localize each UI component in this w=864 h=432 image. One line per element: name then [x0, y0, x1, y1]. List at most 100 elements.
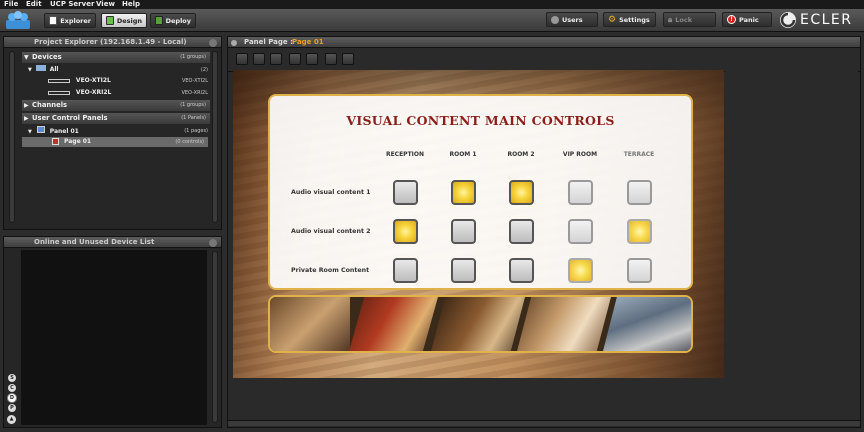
photo-thumbnail: [516, 297, 611, 351]
tree-user-control-panels[interactable]: ▶ User Control Panels (1 Panels): [22, 113, 210, 124]
device-icon: [48, 90, 70, 95]
toggle-button[interactable]: [627, 219, 652, 244]
tree-channels-label: Channels: [32, 101, 68, 109]
explorer-icon: [49, 16, 58, 25]
photo-strip: [268, 295, 693, 353]
side-button-c[interactable]: C: [8, 384, 16, 392]
expand-icon: ▼: [28, 67, 32, 73]
toggle-button[interactable]: [568, 180, 593, 205]
panic-icon: !: [727, 15, 736, 24]
expand-icon: ▼: [28, 129, 32, 135]
toolbar: Explorer Design Deploy Users ⚙ Settings …: [0, 9, 864, 32]
lock-icon: 🔒︎: [668, 14, 673, 24]
side-button-d[interactable]: D: [8, 394, 16, 402]
tree-panel-label: Panel 01: [49, 128, 79, 135]
left-scrollbar[interactable]: [9, 51, 15, 223]
right-scrollbar[interactable]: [212, 51, 218, 223]
delete-icon[interactable]: [342, 53, 354, 65]
toggle-button[interactable]: [509, 180, 534, 205]
align-icon[interactable]: [236, 53, 248, 65]
folder-icon: [35, 65, 46, 71]
tree-panel[interactable]: ▼ Panel 01 (1 pages): [28, 126, 208, 136]
tree-device-item[interactable]: VEO-XTI2L VEO-XTI2L: [48, 76, 208, 86]
users-icon: [551, 15, 559, 24]
toggle-button[interactable]: [393, 180, 418, 205]
toggle-button[interactable]: [393, 258, 418, 283]
menu-help[interactable]: Help: [122, 0, 140, 9]
toggle-button[interactable]: [568, 219, 593, 244]
minimize-icon[interactable]: [209, 39, 217, 47]
page-canvas[interactable]: VISUAL CONTENT MAIN CONTROLS RECEPTION RO…: [233, 70, 724, 378]
project-explorer-header: Project Explorer (192.168.1.49 - Local): [4, 37, 221, 48]
right-scrollbar[interactable]: [212, 251, 218, 423]
side-button-p[interactable]: P: [8, 404, 16, 412]
eject-icon[interactable]: ▲: [7, 415, 16, 424]
toggle-button[interactable]: [627, 180, 652, 205]
panel-page-label: Panel Page :: [244, 38, 293, 46]
design-icon: [106, 16, 114, 25]
minimize-icon[interactable]: [209, 239, 217, 247]
column-header: RECEPTION: [385, 151, 425, 158]
menu-view[interactable]: View: [96, 0, 115, 9]
explorer-label: Explorer: [60, 16, 91, 25]
lock-button[interactable]: 🔒︎ Lock: [663, 12, 716, 27]
tree-device-item[interactable]: VEO-XRI2L VEO-XRI2L: [48, 88, 208, 98]
canvas-margin: [725, 70, 858, 378]
toggle-button[interactable]: [451, 219, 476, 244]
photo-thumbnail: [430, 297, 525, 351]
copy-icon[interactable]: [325, 53, 337, 65]
gear-icon: ⚙: [608, 14, 617, 25]
menu-file[interactable]: File: [4, 0, 18, 9]
page-icon: [52, 138, 59, 145]
design-label: Design: [116, 16, 142, 25]
settings-button[interactable]: ⚙ Settings: [603, 12, 656, 27]
zoom-icon[interactable]: [289, 53, 301, 65]
lock-label: Lock: [675, 15, 693, 24]
panel-page-header: Panel Page : Page 01: [228, 37, 860, 48]
toggle-button[interactable]: [627, 258, 652, 283]
menu-bar: File Edit UCP Server View Help: [0, 0, 864, 9]
tree-all[interactable]: ▼ All (2): [28, 65, 208, 75]
column-header: TERRACE: [623, 151, 655, 158]
device-icon: [48, 78, 70, 83]
grid-icon[interactable]: [253, 53, 265, 65]
panic-button[interactable]: ! Panic: [722, 12, 772, 27]
tree-all-label: All: [49, 66, 59, 73]
toggle-button[interactable]: [393, 219, 418, 244]
tree-page-count: (0 controls): [175, 139, 204, 145]
side-button-s[interactable]: S: [8, 374, 16, 382]
toggle-button[interactable]: [568, 258, 593, 283]
expand-icon: ▼: [24, 54, 29, 61]
row-label: Private Room Content: [291, 267, 370, 274]
menu-ucp-server[interactable]: UCP Server: [50, 0, 94, 9]
explorer-button[interactable]: Explorer: [44, 13, 96, 28]
device-list-area[interactable]: [21, 250, 207, 425]
tree-channels[interactable]: ▶ Channels (1 groups): [22, 100, 210, 111]
snap-icon[interactable]: [270, 53, 282, 65]
ecler-logo-icon: [780, 12, 796, 28]
control-panel: VISUAL CONTENT MAIN CONTROLS RECEPTION RO…: [268, 94, 693, 290]
tree-devices[interactable]: ▼ Devices (1 groups): [22, 52, 210, 63]
toggle-button[interactable]: [451, 180, 476, 205]
users-button[interactable]: Users: [546, 12, 598, 27]
tree-page-selected[interactable]: Page 01 (0 controls): [22, 137, 208, 147]
design-button[interactable]: Design: [101, 13, 147, 28]
toggle-button[interactable]: [451, 258, 476, 283]
menu-edit[interactable]: Edit: [26, 0, 42, 9]
controls-title: VISUAL CONTENT MAIN CONTROLS: [346, 113, 615, 128]
users-label: Users: [562, 15, 583, 24]
panic-label: Panic: [739, 15, 759, 24]
column-header: VIP ROOM: [562, 151, 598, 158]
deploy-button[interactable]: Deploy: [150, 13, 196, 28]
toggle-button[interactable]: [509, 219, 534, 244]
toggle-button[interactable]: [509, 258, 534, 283]
device-label: VEO-XRI2L: [75, 89, 112, 96]
collapse-icon[interactable]: [231, 40, 237, 46]
column-header: ROOM 1: [449, 151, 477, 158]
photo-thumbnail: [602, 297, 691, 351]
app-logo-icon: [5, 11, 31, 30]
move-icon[interactable]: [306, 53, 318, 65]
brand-logo: ECLER: [800, 12, 853, 28]
device-label: VEO-XTI2L: [75, 77, 111, 84]
horizontal-scrollbar[interactable]: [228, 420, 860, 426]
